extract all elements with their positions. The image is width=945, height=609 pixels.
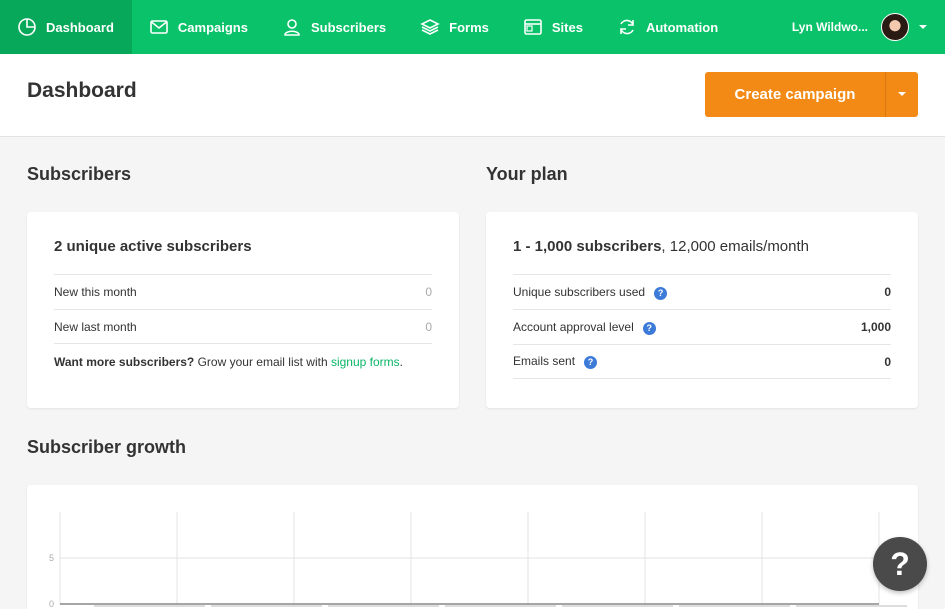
- row-label-wrap: Unique subscribers used?: [513, 285, 667, 300]
- row-label: New last month: [54, 320, 137, 334]
- help-button[interactable]: ?: [873, 537, 927, 591]
- nav-sites-label: Sites: [552, 20, 583, 35]
- nav-spacer: [735, 0, 792, 54]
- y-tick-label: 5: [49, 553, 54, 563]
- table-row: New last month 0: [54, 309, 432, 344]
- plan-range: 1 - 1,000 subscribers: [513, 238, 661, 255]
- nav-forms[interactable]: Forms: [403, 0, 506, 54]
- help-icon[interactable]: ?: [654, 287, 667, 300]
- refresh-icon: [617, 17, 637, 37]
- help-icon[interactable]: ?: [584, 356, 597, 369]
- nav-forms-label: Forms: [449, 20, 489, 35]
- more-end: .: [400, 355, 403, 369]
- top-nav: Dashboard Campaigns Subscribers Forms Si…: [0, 0, 945, 54]
- plan-emails: , 12,000 emails/month: [661, 238, 809, 255]
- row-value: 0: [884, 355, 891, 369]
- nav-subscribers-label: Subscribers: [311, 20, 386, 35]
- plan-section-title: Your plan: [486, 164, 568, 185]
- user-menu[interactable]: Lyn Wildwo...: [792, 0, 945, 54]
- row-label-wrap: Account approval level?: [513, 320, 656, 335]
- row-label: Emails sent: [513, 354, 575, 368]
- row-label: Unique subscribers used: [513, 285, 645, 299]
- more-subscribers-note: Want more subscribers? Grow your email l…: [54, 355, 403, 369]
- nav-automation[interactable]: Automation: [600, 0, 735, 54]
- growth-card: 05: [27, 485, 918, 609]
- browser-icon: [523, 17, 543, 37]
- layers-icon: [420, 17, 440, 37]
- table-row: New this month 0: [54, 274, 432, 309]
- chevron-down-icon: [898, 92, 906, 96]
- page-header: Dashboard Create campaign: [0, 54, 945, 137]
- growth-section-title: Subscriber growth: [27, 437, 186, 458]
- subscriber-headline-text: unique active subscribers: [62, 238, 251, 255]
- create-campaign-dropdown[interactable]: [885, 72, 918, 117]
- nav-automation-label: Automation: [646, 20, 718, 35]
- chevron-down-icon: [919, 25, 927, 29]
- subscribers-headline: 2 unique active subscribers: [54, 238, 252, 255]
- row-label: New this month: [54, 285, 137, 299]
- table-row: Account approval level? 1,000: [513, 309, 891, 344]
- more-bold: Want more subscribers?: [54, 355, 194, 369]
- subscribers-card: 2 unique active subscribers New this mon…: [27, 212, 459, 408]
- create-campaign-button[interactable]: Create campaign: [705, 72, 885, 117]
- table-row: Unique subscribers used? 0: [513, 274, 891, 309]
- plan-headline: 1 - 1,000 subscribers, 12,000 emails/mon…: [513, 238, 809, 255]
- row-value: 0: [884, 285, 891, 299]
- subscribers-rows: New this month 0 New last month 0: [54, 274, 432, 344]
- row-label-wrap: Emails sent?: [513, 354, 597, 369]
- envelope-icon: [149, 17, 169, 37]
- user-name: Lyn Wildwo...: [792, 20, 868, 34]
- subscribers-section-title: Subscribers: [27, 164, 131, 185]
- help-icon[interactable]: ?: [643, 322, 656, 335]
- plan-rows: Unique subscribers used? 0 Account appro…: [513, 274, 891, 379]
- nav-dashboard[interactable]: Dashboard: [0, 0, 132, 54]
- dashboard-icon: [17, 17, 37, 37]
- more-text: Grow your email list with: [194, 355, 331, 369]
- table-row: Emails sent? 0: [513, 344, 891, 379]
- row-label: Account approval level: [513, 320, 634, 334]
- y-tick-label: 0: [49, 599, 54, 609]
- person-icon: [282, 17, 302, 37]
- signup-forms-link[interactable]: signup forms: [331, 355, 400, 369]
- row-value: 1,000: [861, 320, 891, 334]
- avatar: [881, 13, 909, 41]
- plan-card: 1 - 1,000 subscribers, 12,000 emails/mon…: [486, 212, 918, 408]
- page-title: Dashboard: [27, 79, 137, 103]
- nav-sites[interactable]: Sites: [506, 0, 600, 54]
- growth-chart: 05: [27, 485, 918, 609]
- row-value: 0: [425, 285, 432, 299]
- nav-dashboard-label: Dashboard: [46, 20, 114, 35]
- nav-campaigns[interactable]: Campaigns: [132, 0, 265, 54]
- nav-campaigns-label: Campaigns: [178, 20, 248, 35]
- nav-subscribers[interactable]: Subscribers: [265, 0, 403, 54]
- row-value: 0: [425, 320, 432, 334]
